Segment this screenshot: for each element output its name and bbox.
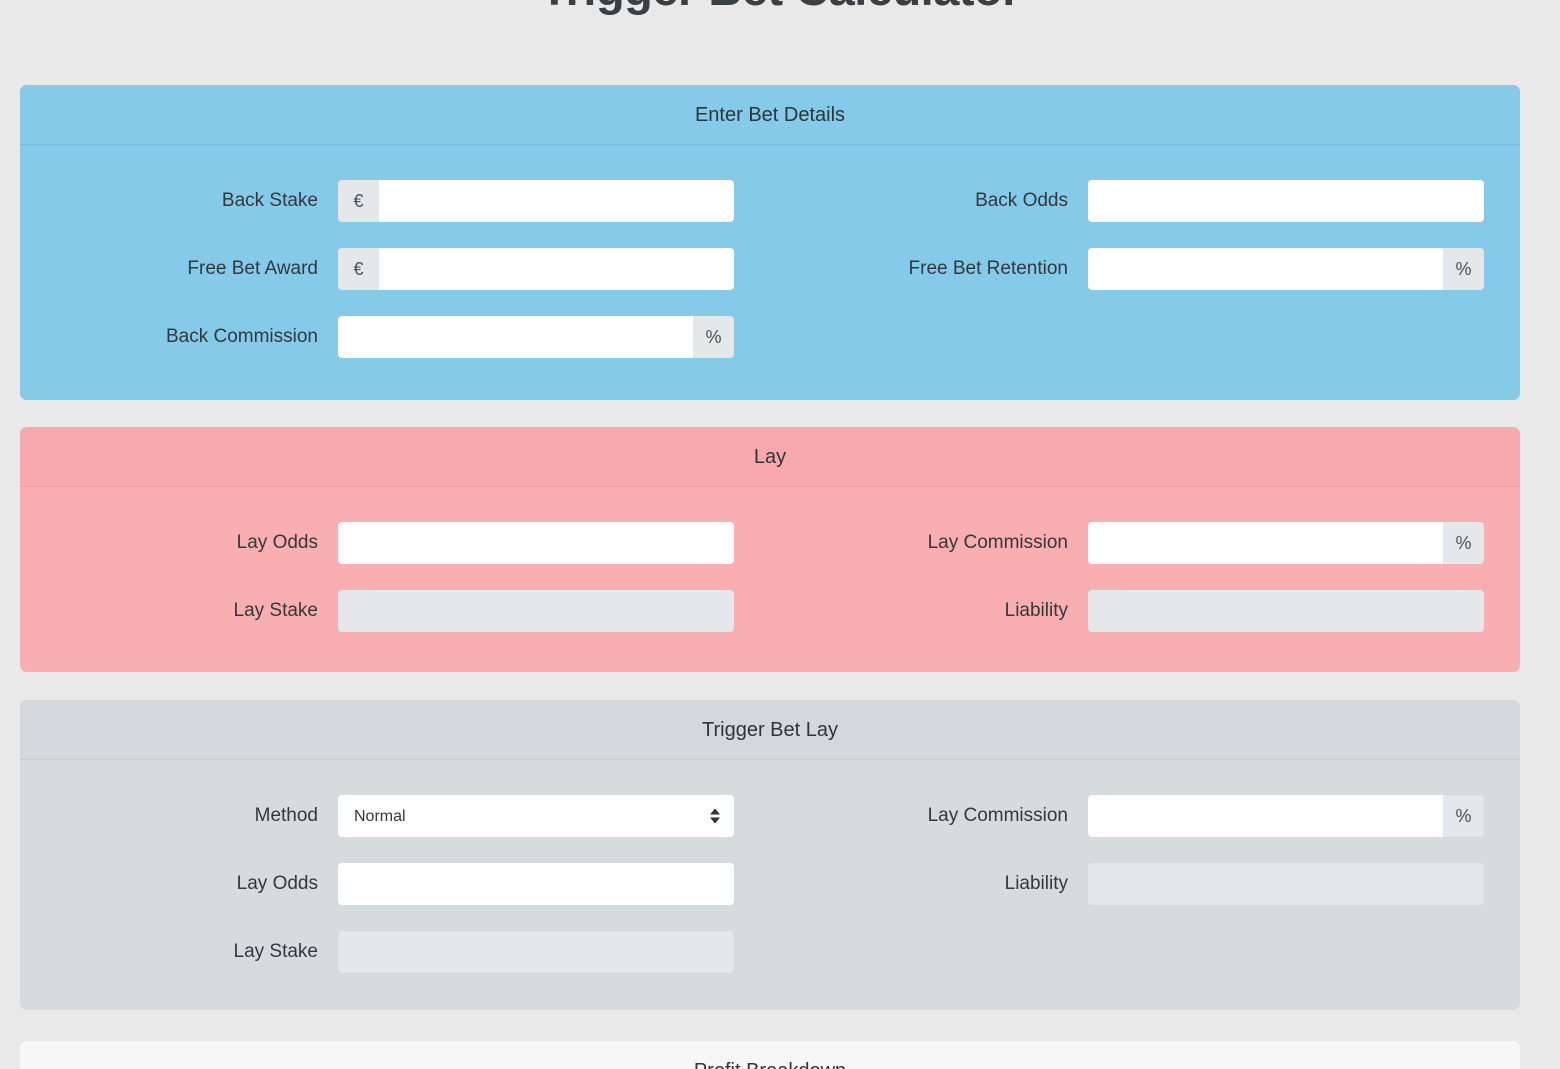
field-lay-odds: Lay Odds <box>20 522 770 564</box>
method-label: Method <box>254 805 318 826</box>
form-row: Back Commission % <box>20 303 1520 371</box>
free-bet-retention-label: Free Bet Retention <box>908 258 1068 279</box>
field-liability: Liability <box>770 590 1520 632</box>
trigger-liability-output <box>1088 863 1484 905</box>
form-row: Lay Stake <box>20 918 1520 986</box>
field-back-commission: Back Commission % <box>20 316 770 358</box>
free-bet-award-input-group: € <box>338 248 734 290</box>
lay-commission-label: Lay Commission <box>927 532 1068 553</box>
bet-details-body: Back Stake € Back Odds Free Bet Award € … <box>20 145 1520 400</box>
lay-heading: Lay <box>20 427 1520 487</box>
method-select-wrap[interactable]: Normal <box>338 795 734 837</box>
free-bet-award-input[interactable] <box>379 248 734 290</box>
back-odds-input[interactable] <box>1088 180 1484 222</box>
liability-input-group <box>1088 590 1484 632</box>
liability-label: Liability <box>1004 600 1068 621</box>
form-row: Lay Odds Liability <box>20 850 1520 918</box>
method-select[interactable]: Normal <box>338 795 734 837</box>
trigger-lay-odds-input-group <box>338 863 734 905</box>
field-lay-commission: Lay Commission % <box>770 522 1520 564</box>
field-trigger-lay-odds: Lay Odds <box>20 863 770 905</box>
trigger-bet-lay-card: Trigger Bet Lay Method Normal Lay Commis… <box>20 700 1520 1010</box>
form-row: Back Stake € Back Odds <box>20 167 1520 235</box>
back-odds-label: Back Odds <box>975 190 1068 211</box>
trigger-liability-input-group <box>1088 863 1484 905</box>
lay-odds-input[interactable] <box>338 522 734 564</box>
form-row: Lay Stake Liability <box>20 577 1520 645</box>
calculator-page: Trigger Bet Calculator Enter Bet Details… <box>0 0 1560 1069</box>
bet-details-card: Enter Bet Details Back Stake € Back Odds <box>20 85 1520 400</box>
trigger-lay-stake-output <box>338 931 734 973</box>
back-commission-input[interactable] <box>338 316 693 358</box>
field-back-odds: Back Odds <box>770 180 1520 222</box>
percent-icon: % <box>1443 795 1484 837</box>
trigger-lay-stake-label: Lay Stake <box>233 941 319 962</box>
back-commission-input-group: % <box>338 316 734 358</box>
bet-details-heading: Enter Bet Details <box>20 85 1520 145</box>
trigger-lay-odds-label: Lay Odds <box>236 873 318 894</box>
lay-commission-input-group: % <box>1088 522 1484 564</box>
back-odds-input-group <box>1088 180 1484 222</box>
back-stake-input[interactable] <box>379 180 734 222</box>
lay-stake-input-group <box>338 590 734 632</box>
page-title: Trigger Bet Calculator <box>0 0 1560 16</box>
trigger-bet-lay-body: Method Normal Lay Commission % Lay Odds … <box>20 760 1520 1010</box>
field-lay-stake: Lay Stake <box>20 590 770 632</box>
back-stake-input-group: € <box>338 180 734 222</box>
form-row: Free Bet Award € Free Bet Retention % <box>20 235 1520 303</box>
liability-output <box>1088 590 1484 632</box>
back-stake-label: Back Stake <box>221 190 318 211</box>
field-trigger-lay-commission: Lay Commission % <box>770 795 1520 837</box>
euro-icon: € <box>338 180 379 222</box>
lay-odds-label: Lay Odds <box>236 532 318 553</box>
form-row: Method Normal Lay Commission % <box>20 782 1520 850</box>
profit-breakdown-heading: Profit Breakdown <box>20 1041 1520 1069</box>
field-trigger-lay-stake: Lay Stake <box>20 931 770 973</box>
lay-stake-output <box>338 590 734 632</box>
lay-commission-input[interactable] <box>1088 522 1443 564</box>
field-back-stake: Back Stake € <box>20 180 770 222</box>
lay-stake-label: Lay Stake <box>233 600 319 621</box>
trigger-liability-label: Liability <box>1004 873 1068 894</box>
trigger-lay-odds-input[interactable] <box>338 863 734 905</box>
trigger-lay-commission-input-group: % <box>1088 795 1484 837</box>
profit-breakdown-card: Profit Breakdown <box>20 1041 1520 1069</box>
percent-icon: % <box>1443 248 1484 290</box>
trigger-bet-lay-heading: Trigger Bet Lay <box>20 700 1520 760</box>
percent-icon: % <box>1443 522 1484 564</box>
trigger-lay-stake-input-group <box>338 931 734 973</box>
free-bet-retention-input-group: % <box>1088 248 1484 290</box>
lay-odds-input-group <box>338 522 734 564</box>
trigger-lay-commission-input[interactable] <box>1088 795 1443 837</box>
free-bet-retention-input[interactable] <box>1088 248 1443 290</box>
percent-icon: % <box>693 316 734 358</box>
lay-body: Lay Odds Lay Commission % Lay Stake Liab… <box>20 487 1520 672</box>
lay-card: Lay Lay Odds Lay Commission % Lay Stake … <box>20 427 1520 672</box>
form-row: Lay Odds Lay Commission % <box>20 509 1520 577</box>
field-free-bet-award: Free Bet Award € <box>20 248 770 290</box>
free-bet-award-label: Free Bet Award <box>187 258 318 279</box>
field-free-bet-retention: Free Bet Retention % <box>770 248 1520 290</box>
euro-icon: € <box>338 248 379 290</box>
field-trigger-liability: Liability <box>770 863 1520 905</box>
field-method: Method Normal <box>20 795 770 837</box>
back-commission-label: Back Commission <box>165 326 318 347</box>
trigger-lay-commission-label: Lay Commission <box>927 805 1068 826</box>
